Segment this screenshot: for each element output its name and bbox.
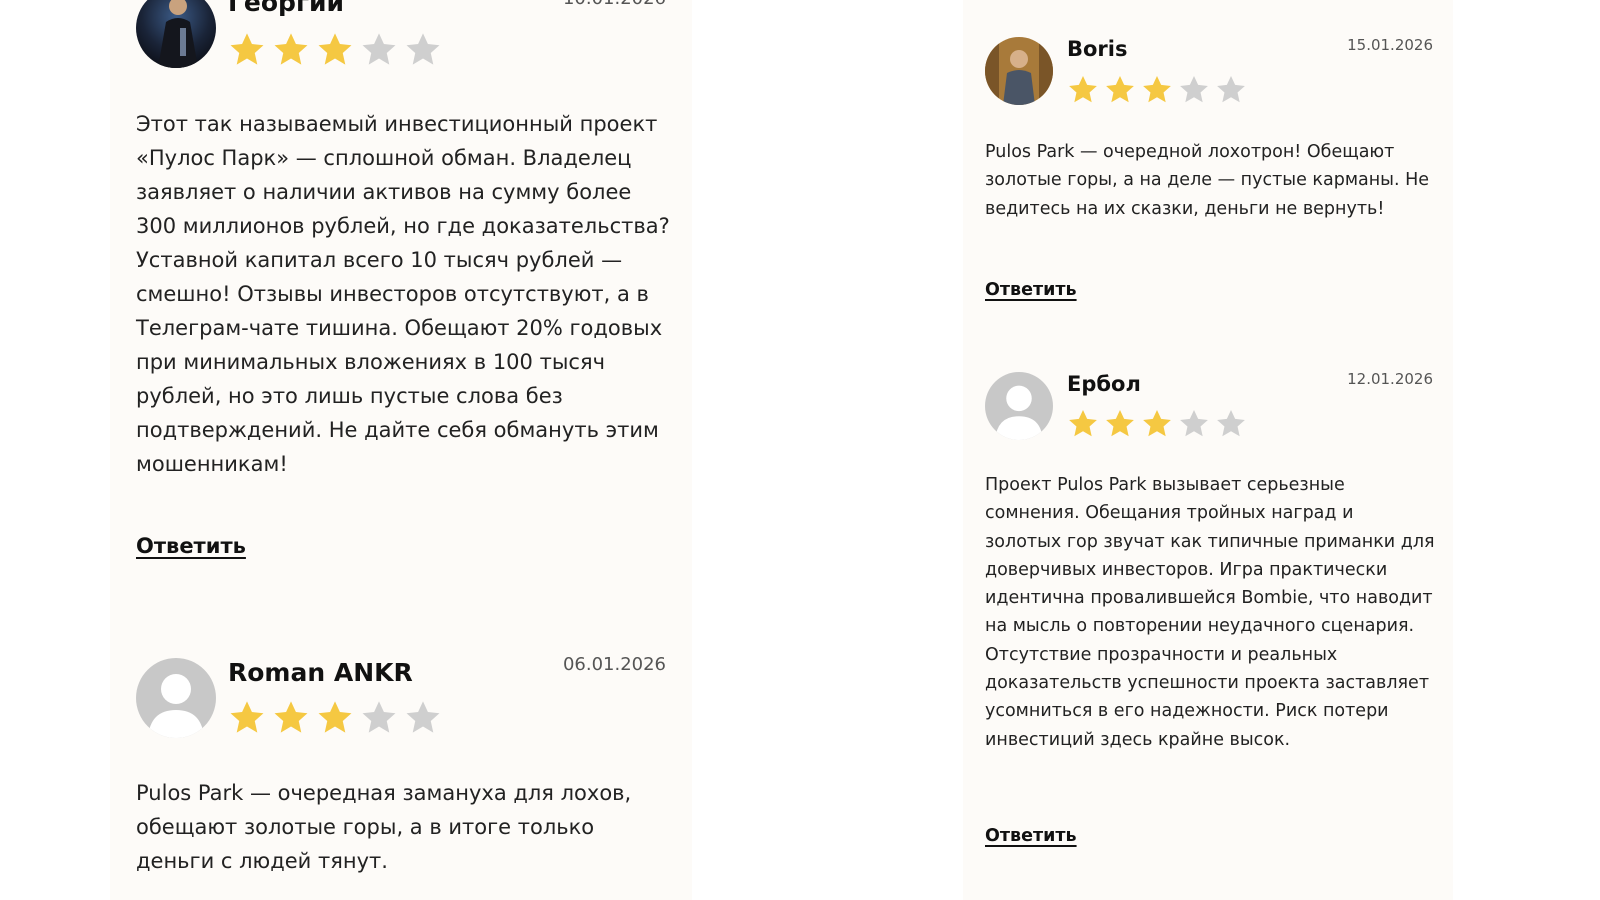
rating-stars (228, 699, 448, 737)
reply-link[interactable]: Ответить (985, 280, 1077, 300)
reviews-page: Георгий 10.01.2026 Этот так называемый и… (0, 0, 1600, 900)
review-date: 10.01.2026 (563, 0, 666, 9)
star-filled-icon (1069, 410, 1097, 437)
review-text: Pulos Park — очередной лохотрон! Обещают… (985, 142, 1430, 219)
star-empty-icon (1180, 410, 1208, 437)
review-card: Boris 15.01.2026 Pulos Park — очередной … (963, 0, 1453, 320)
review-card: Ербол 12.01.2026 Проект Pulos Park вызыв… (963, 340, 1453, 900)
star-filled-icon (1106, 76, 1134, 103)
star-filled-icon (318, 701, 352, 733)
star-filled-icon (1143, 76, 1171, 103)
star-filled-icon (1106, 410, 1134, 437)
review-card: Георгий 10.01.2026 Этот так называемый и… (110, 0, 692, 600)
reviewer-name: Ербол (1067, 372, 1141, 396)
star-empty-icon (1180, 76, 1208, 103)
reviews-column-right: Boris 15.01.2026 Pulos Park — очередной … (963, 0, 1453, 900)
review-date: 12.01.2026 (1347, 370, 1433, 388)
review-text: Pulos Park — очередная замануха для лохо… (136, 781, 632, 873)
review-card: Roman ANKR 06.01.2026 Pulos Park — очере… (110, 625, 692, 900)
rating-stars (1067, 74, 1252, 106)
reply-link[interactable]: Ответить (985, 826, 1077, 846)
default-user-icon (985, 372, 1053, 440)
star-empty-icon (362, 701, 396, 733)
reviews-column-left: Георгий 10.01.2026 Этот так называемый и… (110, 0, 692, 900)
review-date: 15.01.2026 (1347, 36, 1433, 54)
review-text: Этот так называемый инвестиционный проек… (136, 112, 670, 476)
star-filled-icon (230, 701, 264, 733)
default-user-icon (136, 658, 216, 738)
star-filled-icon (1143, 410, 1171, 437)
reply-link[interactable]: Ответить (136, 534, 246, 558)
star-filled-icon (1069, 76, 1097, 103)
review-date: 06.01.2026 (562, 654, 666, 675)
star-filled-icon (274, 33, 308, 65)
reviewer-name: Георгий (228, 0, 345, 17)
review-text: Проект Pulos Park вызывает серьезные сом… (985, 475, 1435, 750)
star-filled-icon (230, 33, 264, 65)
rating-stars (1067, 408, 1252, 440)
reviewer-name: Roman ANKR (228, 658, 413, 687)
star-empty-icon (406, 701, 440, 733)
user-avatar-photo-icon (136, 0, 216, 68)
star-empty-icon (1217, 76, 1245, 103)
star-empty-icon (362, 33, 396, 65)
user-avatar-photo-icon (985, 37, 1053, 105)
star-filled-icon (274, 701, 308, 733)
star-empty-icon (1217, 410, 1245, 437)
rating-stars (228, 31, 448, 69)
star-filled-icon (318, 33, 352, 65)
star-empty-icon (406, 33, 440, 65)
reviewer-name: Boris (1067, 37, 1128, 61)
